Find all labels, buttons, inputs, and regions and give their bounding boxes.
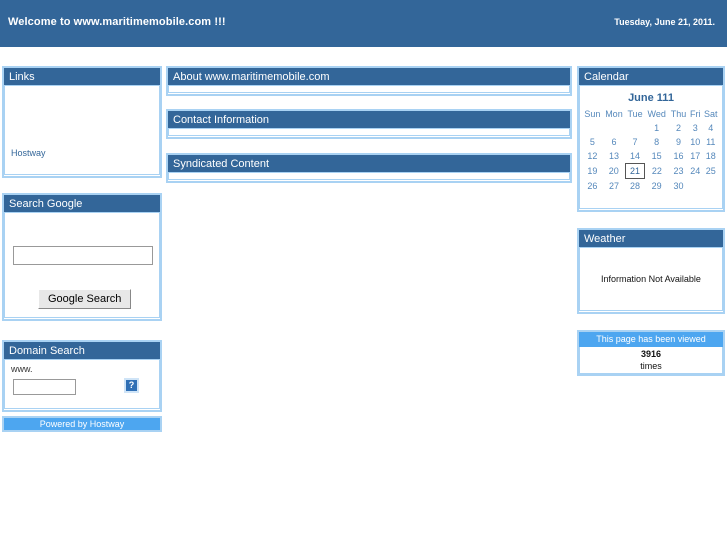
calendar-day-17[interactable]: 17 xyxy=(688,149,702,164)
calendar-month-label: June 111 xyxy=(628,92,674,104)
calendar-day-8[interactable]: 8 xyxy=(645,135,669,149)
calendar-day-28[interactable]: 28 xyxy=(625,179,645,194)
calendar-day-empty xyxy=(603,121,626,135)
calendar-day-21[interactable]: 21 xyxy=(624,163,646,179)
calendar-week-row: 19 20 21 22 23 24 25 xyxy=(582,163,720,179)
calendar-day-18[interactable]: 18 xyxy=(702,149,719,164)
calendar-day-23[interactable]: 23 xyxy=(668,164,688,179)
syndicated-content-panel: Syndicated Content xyxy=(166,153,572,183)
about-panel: About www.maritimemobile.com xyxy=(166,66,572,96)
calendar-days-body: 1 2 3 4 5 6 7 8 9 10 11 12 13 14 15 16 17 18 19 20 21 22 23 24 2… xyxy=(582,121,720,193)
calendar-table: Sun Mon Tue Wed Thu Fri Sat 1 2 3 4 5 6 7 8 9 10 11 12 13 1… xyxy=(582,107,720,193)
search-google-panel: Search Google Google Search xyxy=(2,193,162,321)
contact-information-title: Contact Information xyxy=(168,111,570,129)
page-counter-unit: times xyxy=(640,361,662,371)
search-google-title: Search Google xyxy=(4,195,160,213)
calendar-week-row: 5 6 7 8 9 10 11 xyxy=(582,135,720,149)
calendar-weekday-mon: Mon xyxy=(605,109,623,119)
calendar-weekday-thu: Thu xyxy=(670,109,687,119)
calendar-day-20[interactable]: 20 xyxy=(603,164,626,179)
calendar-day-7[interactable]: 7 xyxy=(625,135,645,149)
calendar-day-30[interactable]: 30 xyxy=(668,179,688,194)
calendar-day-22[interactable]: 22 xyxy=(645,164,669,179)
calendar-week-row: 26 27 28 29 30 xyxy=(582,179,720,194)
weather-panel-title: Weather xyxy=(579,230,723,248)
about-panel-body xyxy=(168,86,570,93)
calendar-day-2[interactable]: 2 xyxy=(668,121,688,135)
calendar-weekday-wed: Wed xyxy=(647,109,666,119)
google-search-button[interactable]: Google Search xyxy=(38,289,132,309)
calendar-day-empty xyxy=(582,121,603,135)
calendar-panel-title: Calendar xyxy=(579,68,723,86)
contact-information-body xyxy=(168,129,570,136)
calendar-panel: Calendar June 111 Sun Mon Tue Wed Thu Fri Sat … xyxy=(577,66,725,212)
calendar-weekday-row: Sun Mon Tue Wed Thu Fri Sat xyxy=(582,107,720,121)
weather-message: Information Not Available xyxy=(601,274,701,284)
calendar-day-29[interactable]: 29 xyxy=(645,179,669,194)
calendar-day-10[interactable]: 10 xyxy=(688,135,702,149)
syndicated-content-title: Syndicated Content xyxy=(168,155,570,173)
calendar-day-1[interactable]: 1 xyxy=(645,121,669,135)
question-mark-icon[interactable]: ? xyxy=(124,378,139,393)
domain-search-body: www. ? xyxy=(4,360,160,409)
page-counter-title: This page has been viewed xyxy=(579,332,723,347)
links-panel-title: Links xyxy=(4,68,160,86)
calendar-day-19[interactable]: 19 xyxy=(582,164,603,179)
links-panel: Links Hostway xyxy=(2,66,162,178)
calendar-day-5[interactable]: 5 xyxy=(582,135,603,149)
links-panel-body: Hostway xyxy=(4,86,160,175)
page-counter-panel: This page has been viewed 3916 times xyxy=(577,330,725,376)
calendar-day-11[interactable]: 11 xyxy=(702,135,719,149)
calendar-day-27[interactable]: 27 xyxy=(603,179,626,194)
calendar-week-row: 12 13 14 15 16 17 18 xyxy=(582,149,720,164)
calendar-weekday-sat: Sat xyxy=(704,109,718,119)
domain-search-panel: Domain Search www. ? xyxy=(2,340,162,412)
link-hostway[interactable]: Hostway xyxy=(11,148,46,158)
page-counter-body: 3916 times xyxy=(579,347,723,374)
contact-information-panel: Contact Information xyxy=(166,109,572,139)
calendar-day-14[interactable]: 14 xyxy=(625,149,645,164)
calendar-day-9[interactable]: 9 xyxy=(668,135,688,149)
calendar-day-empty xyxy=(625,121,645,135)
domain-search-title: Domain Search xyxy=(4,342,160,360)
calendar-day-4[interactable]: 4 xyxy=(702,121,719,135)
www-prefix-label: www. xyxy=(11,364,33,374)
page-banner: Welcome to www.maritimemobile.com !!! Tu… xyxy=(0,0,727,47)
calendar-weekday-sun: Sun xyxy=(584,109,601,119)
calendar-weekday-tue: Tue xyxy=(627,109,643,119)
calendar-day-15[interactable]: 15 xyxy=(645,149,669,164)
calendar-day-12[interactable]: 12 xyxy=(582,149,603,164)
calendar-day-3[interactable]: 3 xyxy=(688,121,702,135)
calendar-day-25[interactable]: 25 xyxy=(702,164,719,179)
calendar-day-6[interactable]: 6 xyxy=(603,135,626,149)
domain-search-input[interactable] xyxy=(13,379,76,395)
calendar-weekday-fri: Fri xyxy=(690,109,701,119)
calendar-day-empty xyxy=(702,179,719,194)
google-search-input[interactable] xyxy=(13,246,153,265)
calendar-day-26[interactable]: 26 xyxy=(582,179,603,194)
calendar-day-24[interactable]: 24 xyxy=(688,164,702,179)
search-google-body: Google Search xyxy=(4,213,160,318)
about-panel-title: About www.maritimemobile.com xyxy=(168,68,570,86)
calendar-day-13[interactable]: 13 xyxy=(603,149,626,164)
calendar-week-row: 1234 xyxy=(582,121,720,135)
welcome-title: Welcome to www.maritimemobile.com !!! xyxy=(8,16,226,28)
current-date: Tuesday, June 21, 2011. xyxy=(614,17,715,27)
calendar-panel-body: June 111 Sun Mon Tue Wed Thu Fri Sat 123456789… xyxy=(579,86,723,209)
calendar-day-empty xyxy=(688,179,702,194)
syndicated-content-body xyxy=(168,173,570,180)
weather-panel: Weather Information Not Available xyxy=(577,228,725,314)
weather-panel-body: Information Not Available xyxy=(579,248,723,311)
calendar-day-16[interactable]: 16 xyxy=(668,149,688,164)
page-counter-value: 3916 xyxy=(640,349,662,359)
powered-by-hostway-bar: Powered by Hostway xyxy=(2,416,162,432)
